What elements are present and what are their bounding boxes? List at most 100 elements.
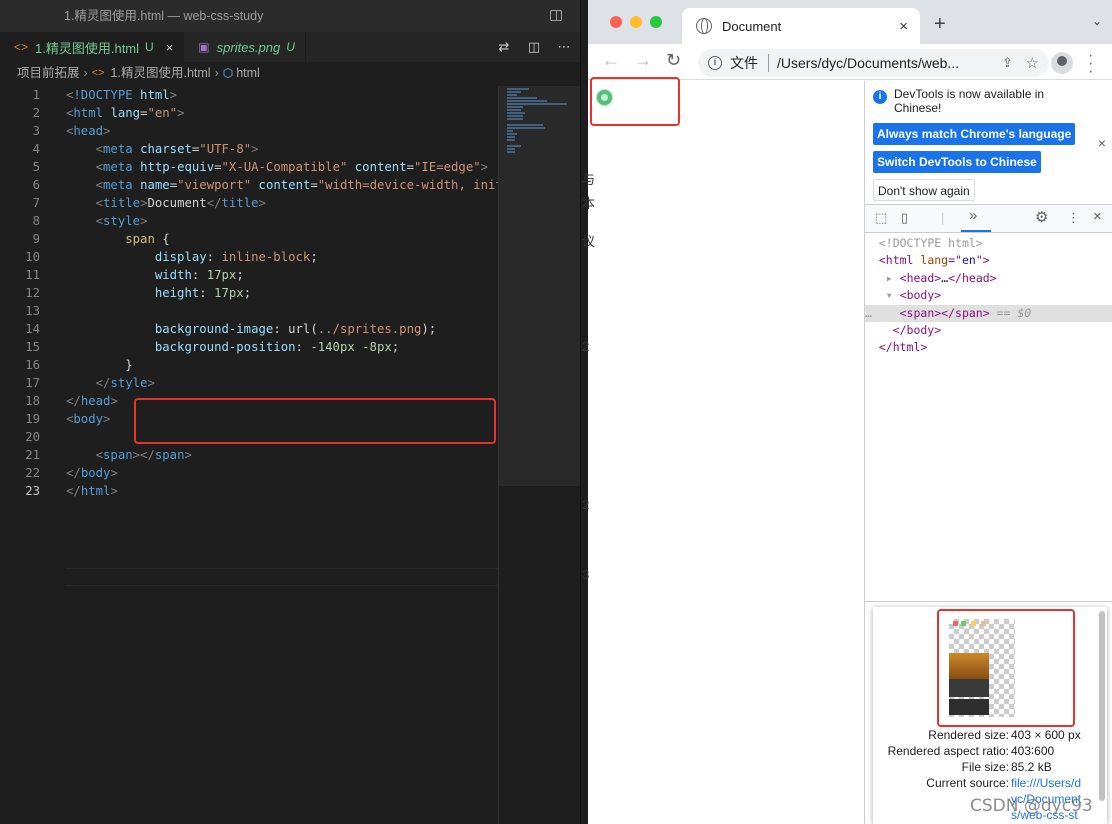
- source-link[interactable]: file:///Users/d: [1011, 775, 1081, 791]
- browser-tab-document[interactable]: Document ×: [682, 8, 920, 44]
- close-tab-icon[interactable]: ×: [899, 18, 908, 35]
- untracked-status: U: [286, 40, 295, 54]
- breadcrumb-element[interactable]: html: [236, 62, 260, 84]
- code-text: height: 17px;: [154, 286, 252, 300]
- kebab-menu-icon[interactable]: · · ·: [1088, 48, 1093, 80]
- switch-to-chinese-button[interactable]: Switch DevTools to Chinese: [873, 151, 1041, 173]
- chevron-right-icon: ›: [83, 66, 88, 80]
- dom-node[interactable]: <!DOCTYPE html>: [865, 235, 1112, 252]
- omnibox-divider: [768, 54, 769, 72]
- line-number: 22: [25, 466, 40, 480]
- url-text[interactable]: /Users/dyc/Documents/web...: [777, 55, 959, 71]
- close-infobar-icon[interactable]: ×: [1098, 135, 1106, 151]
- dom-node[interactable]: </body>: [865, 322, 1112, 339]
- device-toolbar-icon[interactable]: ▯: [901, 210, 908, 226]
- code-text: </head>: [66, 394, 118, 408]
- close-window-button[interactable]: [610, 16, 622, 28]
- tab-label: sprites.png: [216, 39, 281, 55]
- browser-toolbar: ← → ↻ i 文件 /Users/dyc/Documents/web... ⇪…: [588, 44, 1112, 80]
- info-icon[interactable]: i: [708, 56, 722, 70]
- row-label: Rendered size:: [928, 728, 1009, 742]
- always-match-language-button[interactable]: Always match Chrome's language: [873, 123, 1076, 145]
- code-text: width: 17px;: [154, 268, 244, 282]
- code-line[interactable]: 9 span {: [0, 230, 580, 248]
- breadcrumb-file[interactable]: 1.精灵图使用.html: [111, 62, 211, 84]
- code-line[interactable]: 3 <head>: [0, 122, 580, 140]
- code-line[interactable]: 11 width: 17px;: [0, 266, 580, 284]
- maximize-window-button[interactable]: [650, 16, 662, 28]
- code-line[interactable]: 1 <!DOCTYPE html>: [0, 86, 580, 104]
- elements-tree[interactable]: <!DOCTYPE html> <html lang="en"> ▸ <head…: [865, 233, 1112, 357]
- code-line[interactable]: 10 display: inline-block;: [0, 248, 580, 266]
- dom-node[interactable]: </html>: [865, 339, 1112, 356]
- dom-node[interactable]: ▾ <body>: [865, 287, 1112, 304]
- new-tab-button[interactable]: +: [934, 13, 946, 36]
- code-line[interactable]: 22 </body>: [0, 464, 580, 482]
- inspect-element-icon[interactable]: ⬚: [875, 210, 887, 226]
- line-number: 9: [32, 232, 40, 246]
- tooltip-scrollbar[interactable]: [1099, 611, 1105, 801]
- code-line[interactable]: 23 </html>: [0, 482, 580, 500]
- more-actions-icon[interactable]: ⋯: [556, 39, 572, 55]
- image-file-icon: ▣: [198, 40, 210, 54]
- globe-icon: [696, 18, 712, 34]
- code-text: <meta http-equiv="X-UA-Compatible" conte…: [95, 160, 489, 174]
- close-tab-icon[interactable]: ×: [166, 40, 174, 55]
- code-line[interactable]: 12 height: 17px;: [0, 284, 580, 302]
- row-value: 403∶600: [1011, 744, 1055, 758]
- code-line[interactable]: 8 <style>: [0, 212, 580, 230]
- line-number: 3: [32, 124, 40, 138]
- breadcrumb-folder[interactable]: 项目前拓展: [17, 62, 80, 84]
- code-line[interactable]: 6 <meta name="viewport" content="width=d…: [0, 176, 580, 194]
- minimap-line: [507, 148, 515, 150]
- back-arrow-icon[interactable]: ←: [602, 50, 620, 71]
- language-infobar: i DevTools is now available in Chinese! …: [865, 81, 1112, 205]
- minimap-line: [507, 97, 537, 99]
- code-text: <style>: [95, 214, 148, 228]
- code-line[interactable]: 21 <span></span>: [0, 446, 580, 464]
- code-line[interactable]: 7 <title>Document</title>: [0, 194, 580, 212]
- image-preview-tooltip: Rendered size: 403 × 600 px Rendered asp…: [873, 607, 1107, 824]
- minimap-line: [507, 130, 513, 132]
- code-line[interactable]: 15 background-position: -140px -8px;: [0, 338, 580, 356]
- share-icon[interactable]: ⇪: [1002, 55, 1013, 71]
- code-line[interactable]: 2 <html lang="en">: [0, 104, 580, 122]
- tab-html-file[interactable]: <> 1.精灵图使用.html U ×: [0, 32, 185, 62]
- row-value: 403 × 600 px: [1011, 728, 1081, 742]
- line-number: 14: [25, 322, 40, 336]
- split-editor-icon[interactable]: ◫: [526, 39, 542, 55]
- minimap[interactable]: [498, 86, 580, 824]
- code-text: </body>: [66, 466, 118, 480]
- kebab-menu-icon[interactable]: ⋮: [1067, 210, 1080, 226]
- tab-sprites-png[interactable]: ▣ sprites.png U: [184, 32, 306, 62]
- address-bar[interactable]: i 文件 /Users/dyc/Documents/web... ⇪ ☆: [698, 49, 1049, 77]
- code-line[interactable]: 16 }: [0, 356, 580, 374]
- tab-strip: Document × + ⌄: [588, 0, 1112, 44]
- row-label: File size:: [961, 760, 1009, 774]
- layout-toggle-icon[interactable]: [550, 10, 562, 21]
- selected-dom-node[interactable]: … <span></span> == $0: [865, 304, 1112, 322]
- code-text: <meta charset="UTF-8">: [95, 142, 259, 156]
- code-line[interactable]: 13: [0, 302, 580, 320]
- code-editor[interactable]: 1 <!DOCTYPE html> 2 <html lang="en"> 3 <head>…: [0, 86, 580, 824]
- code-line[interactable]: 17 </style>: [0, 374, 580, 392]
- gear-icon[interactable]: ⚙: [1035, 208, 1048, 226]
- compare-changes-icon[interactable]: ⇄: [496, 39, 512, 55]
- more-tabs-chevron[interactable]: »: [969, 207, 977, 224]
- annotation-box-background-css: [134, 398, 496, 444]
- close-devtools-icon[interactable]: ×: [1093, 208, 1102, 225]
- tab-search-chevron-icon[interactable]: ⌄: [1092, 14, 1102, 28]
- minimize-window-button[interactable]: [630, 16, 642, 28]
- dom-node[interactable]: <html lang="en">: [865, 252, 1112, 269]
- dom-node[interactable]: ▸ <head>…</head>: [865, 270, 1112, 287]
- code-line[interactable]: 4 <meta charset="UTF-8">: [0, 140, 580, 158]
- bookmark-star-icon[interactable]: ☆: [1026, 54, 1039, 72]
- dont-show-again-button[interactable]: Don't show again: [873, 179, 975, 201]
- reload-icon[interactable]: ↻: [666, 50, 681, 71]
- code-line[interactable]: 5 <meta http-equiv="X-UA-Compatible" con…: [0, 158, 580, 176]
- line-number: 11: [25, 268, 40, 282]
- editor-actions: ⇄ ◫ ⋯: [496, 39, 572, 55]
- profile-avatar[interactable]: [1051, 52, 1073, 74]
- code-line[interactable]: 14 background-image: url(../sprites.png)…: [0, 320, 580, 338]
- forward-arrow-icon[interactable]: →: [634, 50, 652, 71]
